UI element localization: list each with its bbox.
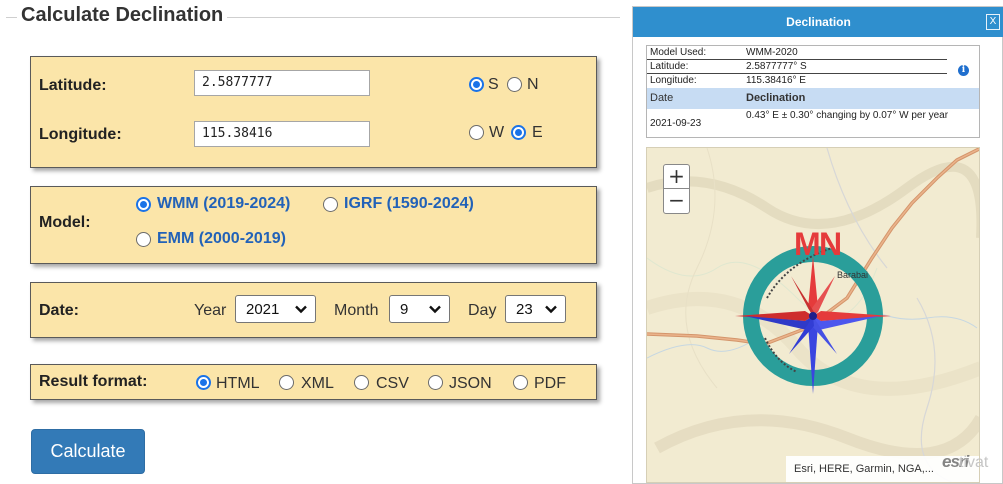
model-igrf-radio[interactable] <box>323 197 338 212</box>
longitude-input[interactable]: 115.38416 <box>194 121 370 147</box>
zoom-in-button[interactable]: + <box>664 165 689 189</box>
latitude-south-label: S <box>488 76 499 93</box>
year-value: 2021 <box>246 301 280 318</box>
model-label: Model: <box>39 214 91 231</box>
result-date: 2021-09-23 <box>650 118 702 129</box>
zoom-out-button[interactable]: − <box>664 189 689 213</box>
longitude-west-radio[interactable] <box>469 125 484 140</box>
map-view[interactable]: M N Barabai + − Esri, HERE, Garmin, NGA,… <box>646 147 980 483</box>
table-header-row: Date Declination <box>647 88 979 109</box>
model-igrf-label[interactable]: IGRF (1590-2024) <box>344 195 474 213</box>
date-panel: Date: Year 2021 Month 9 Day 23 <box>30 282 597 338</box>
latitude-label: Latitude: <box>39 77 107 94</box>
format-pdf-label: PDF <box>534 375 566 392</box>
format-csv-label: CSV <box>376 375 409 392</box>
format-html-label: HTML <box>216 375 260 392</box>
info-value: 2.5877777° S <box>746 61 807 72</box>
header-date: Date <box>650 92 674 104</box>
format-pdf-radio[interactable] <box>513 375 528 390</box>
format-json-label: JSON <box>449 375 492 392</box>
latitude-north-label: N <box>527 76 539 93</box>
date-label: Date: <box>39 302 80 319</box>
chevron-down-icon <box>429 305 441 314</box>
compass-letter-n: N <box>819 226 843 262</box>
day-label: Day <box>468 302 497 319</box>
day-value: 23 <box>516 301 533 318</box>
format-html-radio[interactable] <box>196 375 211 390</box>
zoom-control: + − <box>663 164 690 214</box>
format-xml-radio[interactable] <box>279 375 294 390</box>
model-wmm-radio[interactable] <box>136 197 151 212</box>
longitude-east-radio[interactable] <box>511 125 526 140</box>
month-value: 9 <box>400 301 409 318</box>
calculate-button[interactable]: Calculate <box>31 429 145 474</box>
latitude-input[interactable]: 2.5877777 <box>194 70 370 96</box>
info-key: Longitude: <box>650 75 697 86</box>
info-row-longitude: Longitude: 115.38416° E <box>647 74 979 88</box>
year-select[interactable]: 2021 <box>235 295 316 323</box>
longitude-label: Longitude: <box>39 126 122 143</box>
map-place-label: Barabai <box>837 270 869 280</box>
year-label: Year <box>194 302 227 319</box>
info-key: Latitude: <box>650 61 689 72</box>
longitude-east-label: E <box>532 124 543 141</box>
result-format-panel: Result format: HTML XML CSV JSON PDF <box>30 364 597 400</box>
result-format-label: Result format: <box>39 373 148 390</box>
close-button[interactable]: X <box>986 14 1000 30</box>
format-csv-radio[interactable] <box>354 375 369 390</box>
info-row-latitude: Latitude: 2.5877777° S <box>647 60 947 74</box>
declination-popup: Declination X i Model Used: WMM-2020 Lat… <box>632 6 1003 484</box>
latlon-panel: Latitude: 2.5877777 S N Longitude: 115.3… <box>30 56 597 168</box>
result-declination: 0.43° E ± 0.30° changing by 0.07° W per … <box>746 110 949 121</box>
info-value: 115.38416° E <box>746 75 806 86</box>
longitude-west-label: W <box>489 124 505 141</box>
month-select[interactable]: 9 <box>389 295 450 323</box>
format-xml-label: XML <box>301 375 334 392</box>
info-row-model: Model Used: WMM-2020 <box>647 46 947 60</box>
model-emm-label[interactable]: EMM (2000-2019) <box>157 230 286 248</box>
model-wmm-label[interactable]: WMM (2019-2024) <box>157 195 290 213</box>
result-table: i Model Used: WMM-2020 Latitude: 2.58777… <box>646 45 980 138</box>
month-label: Month <box>334 302 379 319</box>
compass-letter-m: M <box>794 226 821 262</box>
form-legend: Calculate Declination <box>17 4 228 27</box>
header-declination: Declination <box>746 92 806 104</box>
model-emm-radio[interactable] <box>136 232 151 247</box>
map-terrain <box>647 148 979 482</box>
chevron-down-icon <box>545 305 557 314</box>
popup-title: Declination <box>633 7 1003 37</box>
activation-watermark: tivat <box>959 454 989 471</box>
info-key: Model Used: <box>650 47 707 58</box>
format-json-radio[interactable] <box>428 375 443 390</box>
latitude-south-radio[interactable] <box>469 77 484 92</box>
chevron-down-icon <box>295 305 307 314</box>
info-value: WMM-2020 <box>746 47 798 58</box>
table-row: 2021-09-23 0.43° E ± 0.30° changing by 0… <box>647 109 979 137</box>
day-select[interactable]: 23 <box>505 295 566 323</box>
latitude-north-radio[interactable] <box>507 77 522 92</box>
model-panel: Model: WMM (2019-2024) IGRF (1590-2024) … <box>30 186 597 264</box>
